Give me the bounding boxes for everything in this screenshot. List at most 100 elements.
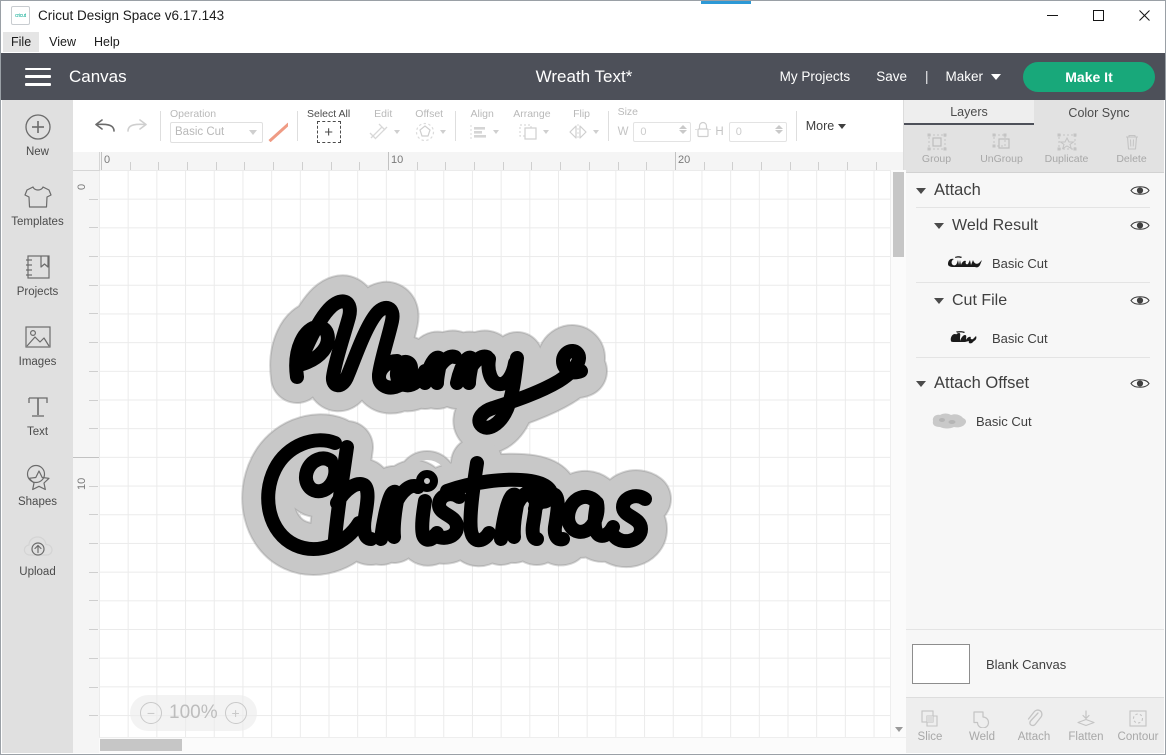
maximize-icon[interactable] (1075, 1, 1121, 30)
visibility-eye-icon[interactable] (1130, 184, 1150, 197)
sidebar-item-upload[interactable]: Upload (2, 520, 73, 590)
chevron-down-icon[interactable] (934, 297, 944, 304)
lock-icon[interactable] (695, 120, 712, 145)
weld-button: Weld (956, 709, 1008, 743)
chevron-down-icon (991, 73, 1001, 80)
height-stepper[interactable] (774, 125, 783, 135)
minus-circle-icon[interactable]: − (140, 702, 162, 724)
layer-row-basic-cut-merry[interactable]: Basic Cut (904, 318, 1164, 358)
machine-selector-label: Maker (945, 69, 983, 84)
ruler-corner (73, 152, 100, 171)
layer-row-basic-cut-christmas[interactable]: Basic Cut (904, 243, 1164, 283)
canvas-area[interactable]: 0 10 20 0 10 − 100% + (73, 152, 906, 753)
canvas-color-swatch[interactable] (912, 644, 970, 684)
delete-button-label: Delete (1116, 152, 1147, 165)
tab-color-sync[interactable]: Color Sync (1034, 100, 1164, 125)
menubar: File View Help (1, 30, 1165, 54)
machine-selector[interactable]: Maker (933, 69, 1013, 84)
close-icon[interactable] (1121, 1, 1165, 30)
visibility-eye-icon[interactable] (1130, 294, 1150, 307)
operation-group: Operation Basic Cut (170, 100, 288, 152)
chevron-down-icon (838, 123, 847, 129)
flip-icon (565, 121, 591, 143)
my-projects-button[interactable]: My Projects (767, 69, 864, 84)
chevron-down-icon[interactable] (916, 187, 926, 194)
ruler-h-label-10: 10 (391, 154, 404, 166)
minimize-icon[interactable] (1029, 1, 1075, 30)
arrange-icon (515, 121, 541, 143)
chevron-down-icon (249, 129, 257, 135)
sidebar-item-templates-label: Templates (11, 216, 64, 228)
select-all-button[interactable]: + (316, 121, 341, 144)
scissors-edit-icon (366, 121, 392, 143)
design-grid[interactable]: − 100% + (99, 170, 906, 753)
more-button[interactable]: More (806, 119, 847, 133)
menu-item-view[interactable]: View (41, 32, 84, 52)
sidebar-item-templates[interactable]: Templates (2, 170, 73, 240)
delete-button: Delete (1099, 125, 1164, 172)
sidebar-item-images[interactable]: Images (2, 310, 73, 380)
chevron-down-icon[interactable] (916, 380, 926, 387)
duplicate-button-label: Duplicate (1044, 152, 1089, 165)
sidebar-item-projects[interactable]: Projects (2, 240, 73, 310)
width-stepper[interactable] (679, 125, 688, 135)
sidebar-item-shapes[interactable]: Shapes (2, 450, 73, 520)
canvas-horizontal-scrollbar[interactable] (99, 737, 906, 753)
vertical-scrollbar-thumb[interactable] (893, 172, 904, 257)
undo-arrow-icon[interactable] (91, 113, 121, 139)
menu-item-file[interactable]: File (3, 31, 40, 52)
tshirt-icon (21, 182, 55, 212)
hamburger-menu-icon[interactable] (25, 67, 51, 86)
layer-row-attach-offset-label: Attach Offset (934, 374, 1030, 392)
make-it-button[interactable]: Make It (1023, 61, 1155, 92)
duplicate-button: Duplicate (1034, 125, 1099, 172)
artwork-merry-christmas[interactable] (219, 265, 749, 595)
picture-icon (21, 322, 55, 352)
canvas-vertical-scrollbar[interactable] (890, 170, 906, 738)
slice-button: Slice (904, 709, 956, 743)
menu-item-help[interactable]: Help (86, 32, 128, 52)
text-icon (21, 392, 55, 422)
app-header: Canvas Wreath Text* My Projects Save | M… (1, 53, 1165, 100)
layer-row-basic-cut-merry-label: Basic Cut (992, 330, 1048, 346)
arrange-group: Arrange (513, 100, 551, 152)
layer-row-weld-result[interactable]: Weld Result (904, 208, 1164, 243)
height-label: H (715, 126, 724, 139)
canvas-color-row[interactable]: Blank Canvas (904, 629, 1164, 698)
redo-arrow-icon (121, 113, 151, 139)
layer-row-attach-offset[interactable]: Attach Offset (904, 366, 1164, 401)
operation-select[interactable]: Basic Cut (170, 121, 263, 143)
toolbar-divider (607, 111, 609, 141)
sidebar-item-text[interactable]: Text (2, 380, 73, 450)
canvas-color-label: Blank Canvas (986, 656, 1067, 672)
scroll-down-icon[interactable] (895, 727, 903, 732)
flip-group: Flip (565, 100, 599, 152)
sidebar-item-shapes-label: Shapes (17, 496, 57, 508)
layer-row-basic-cut-offset[interactable]: Basic Cut (904, 401, 1164, 441)
plus-circle-icon[interactable]: + (224, 702, 247, 724)
tab-layers[interactable]: Layers (904, 100, 1034, 125)
layer-row-basic-cut-offset-label: Basic Cut (976, 413, 1032, 429)
window-titlebar: cricut Cricut Design Space v6.17.143 (1, 1, 1165, 30)
shapes-icon (21, 462, 55, 492)
chevron-down-icon (592, 130, 599, 135)
visibility-eye-icon[interactable] (1130, 377, 1150, 390)
layer-row-attach-label: Attach (934, 181, 981, 199)
sidebar-item-text-label: Text (26, 426, 49, 438)
weld-button-label: Weld (969, 730, 995, 743)
horizontal-ruler: 0 10 20 (73, 152, 906, 171)
save-button[interactable]: Save (863, 69, 920, 84)
chevron-down-icon (440, 130, 447, 135)
sidebar-item-projects-label: Projects (16, 286, 59, 298)
chevron-down-icon[interactable] (934, 222, 944, 229)
zoom-level-value: 100% (169, 702, 218, 723)
align-caption: Align (470, 107, 494, 120)
layer-row-cut-file[interactable]: Cut File (904, 283, 1164, 318)
height-input[interactable]: 0 (728, 122, 787, 143)
sidebar-item-new[interactable]: New (2, 100, 73, 170)
width-input[interactable]: 0 (633, 122, 692, 143)
visibility-eye-icon[interactable] (1130, 219, 1150, 232)
horizontal-scrollbar-thumb[interactable] (100, 739, 182, 751)
operation-color-swatch[interactable] (268, 122, 288, 143)
layer-row-attach[interactable]: Attach (904, 173, 1164, 208)
